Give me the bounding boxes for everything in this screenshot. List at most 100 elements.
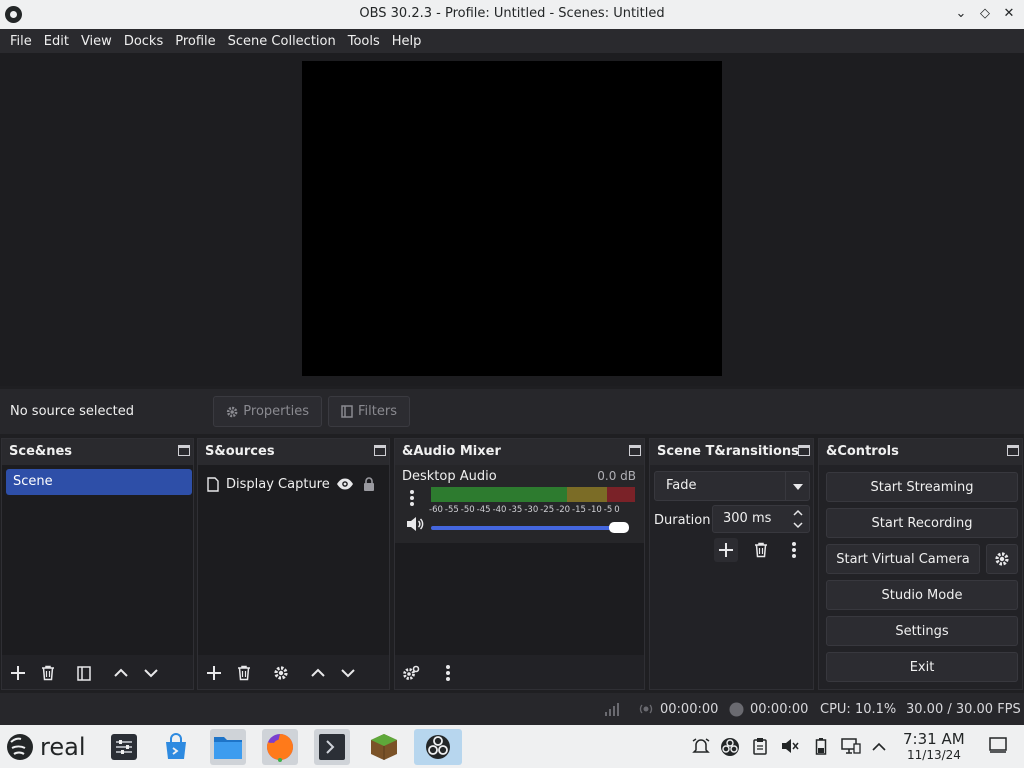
system-settings-icon[interactable] <box>106 729 142 765</box>
fps-readout: 30.00 / 30.00 FPS <box>906 702 1021 717</box>
controls-dock-header: &Controls <box>819 439 1022 465</box>
obs-taskbar-icon[interactable] <box>414 729 462 765</box>
trash-icon[interactable] <box>37 662 59 684</box>
menu-file[interactable]: File <box>4 34 38 49</box>
filters-button[interactable]: Filters <box>328 396 410 427</box>
start-virtual-camera-button[interactable]: Start Virtual Camera <box>826 544 980 574</box>
kebab-menu-icon[interactable] <box>409 489 415 507</box>
volume-slider-track[interactable] <box>431 526 629 530</box>
preview-canvas[interactable] <box>302 61 722 376</box>
terminal-icon[interactable] <box>314 729 350 765</box>
discover-store-icon[interactable] <box>158 729 194 765</box>
notifications-bell-icon[interactable] <box>691 737 711 757</box>
start-streaming-button[interactable]: Start Streaming <box>826 472 1018 502</box>
transition-select[interactable]: Fade <box>654 471 810 501</box>
meter-tick-label: -25 <box>540 505 555 515</box>
duration-value: 300 ms <box>723 511 772 526</box>
scene-filters-icon[interactable] <box>73 662 95 684</box>
meter-tick-label: 0 <box>614 505 620 515</box>
volume-meter <box>431 487 635 502</box>
volume-slider-handle[interactable] <box>609 522 630 533</box>
filters-label: Filters <box>358 404 397 419</box>
transitions-dock: Scene T&ransitions Fade Duration 300 ms <box>649 438 814 690</box>
undock-icon[interactable] <box>374 445 386 456</box>
gear-icon[interactable] <box>270 662 292 684</box>
transitions-title: Scene T&ransitions <box>657 444 799 459</box>
menu-view[interactable]: View <box>75 34 118 49</box>
add-icon[interactable] <box>7 662 29 684</box>
menu-bar: File Edit View Docks Profile Scene Colle… <box>0 29 1024 53</box>
maximize-icon[interactable]: ◇ <box>975 4 995 24</box>
network-wired-icon[interactable] <box>841 737 861 757</box>
clock-time[interactable]: 7:31 AM <box>903 730 965 748</box>
menu-profile[interactable]: Profile <box>169 34 221 49</box>
volume-muted-icon[interactable] <box>780 737 800 757</box>
clock-date[interactable]: 11/13/24 <box>907 748 961 762</box>
undock-icon[interactable] <box>178 445 190 456</box>
meter-yellow-zone <box>567 487 607 502</box>
menu-tools[interactable]: Tools <box>342 34 386 49</box>
speaker-icon[interactable] <box>405 516 425 532</box>
close-icon[interactable]: ✕ <box>999 4 1019 24</box>
menu-help[interactable]: Help <box>386 34 428 49</box>
meter-tick-label: -30 <box>524 505 539 515</box>
kebab-menu-icon[interactable] <box>437 662 459 684</box>
start-recording-button[interactable]: Start Recording <box>826 508 1018 538</box>
chevron-down-icon[interactable] <box>785 472 809 500</box>
minimize-icon[interactable]: ⌄ <box>951 4 971 24</box>
move-up-icon[interactable] <box>110 662 132 684</box>
eye-icon[interactable] <box>336 477 354 491</box>
preview-area <box>0 53 1024 386</box>
move-up-icon[interactable] <box>307 662 329 684</box>
trash-icon[interactable] <box>750 539 772 561</box>
studio-mode-button[interactable]: Studio Mode <box>826 580 1018 610</box>
signal-strength-icon <box>605 703 619 716</box>
audio-mixer-title: &Audio Mixer <box>402 444 501 459</box>
menu-edit[interactable]: Edit <box>38 34 75 49</box>
chevron-up-icon[interactable] <box>869 737 889 757</box>
add-transition-icon[interactable] <box>714 538 738 562</box>
meter-tick-label: -55 <box>444 505 459 515</box>
meter-red-zone <box>607 487 635 502</box>
stream-time: 00:00:00 <box>660 702 719 717</box>
sources-title: S&ources <box>205 444 275 459</box>
scene-list-item[interactable]: Scene <box>6 469 192 495</box>
record-status-icon <box>729 702 744 717</box>
exit-button[interactable]: Exit <box>826 652 1018 682</box>
source-list-item[interactable]: Display Capture ( <box>206 473 391 495</box>
clipboard-icon[interactable] <box>750 737 770 757</box>
transition-selected: Fade <box>666 478 697 493</box>
kebab-menu-icon[interactable] <box>783 539 805 561</box>
spin-down-icon[interactable] <box>793 521 803 529</box>
battery-icon[interactable] <box>811 737 831 757</box>
add-icon[interactable] <box>203 662 225 684</box>
lock-icon[interactable] <box>362 476 376 492</box>
file-manager-icon[interactable] <box>210 729 246 765</box>
meter-tick-label: -10 <box>587 505 602 515</box>
app-launcher[interactable]: real <box>5 732 85 762</box>
advanced-audio-gear-icon[interactable] <box>400 662 422 684</box>
trash-icon[interactable] <box>233 662 255 684</box>
meter-tick-label: -60 <box>429 505 443 515</box>
scenes-dock: Sce&nes Scene <box>1 438 194 690</box>
undock-icon[interactable] <box>629 445 641 456</box>
menu-docks[interactable]: Docks <box>118 34 169 49</box>
move-down-icon[interactable] <box>140 662 162 684</box>
show-desktop-icon[interactable] <box>988 737 1008 757</box>
properties-button[interactable]: Properties <box>213 396 322 427</box>
meter-tick-label: -20 <box>556 505 571 515</box>
menu-scene-collection[interactable]: Scene Collection <box>222 34 342 49</box>
channel-level: 0.0 dB <box>597 469 636 483</box>
obs-tray-icon[interactable] <box>720 737 740 757</box>
undock-icon[interactable] <box>798 445 810 456</box>
meter-tick-label: -5 <box>603 505 613 515</box>
spin-up-icon[interactable] <box>793 509 803 517</box>
undock-icon[interactable] <box>1007 445 1019 456</box>
scenes-title: Sce&nes <box>9 444 73 459</box>
move-down-icon[interactable] <box>337 662 359 684</box>
settings-button[interactable]: Settings <box>826 616 1018 646</box>
virtual-camera-settings-button[interactable] <box>986 544 1018 574</box>
duration-spinbox[interactable]: 300 ms <box>712 505 810 533</box>
minecraft-icon[interactable] <box>366 729 402 765</box>
firefox-icon[interactable] <box>262 729 298 765</box>
